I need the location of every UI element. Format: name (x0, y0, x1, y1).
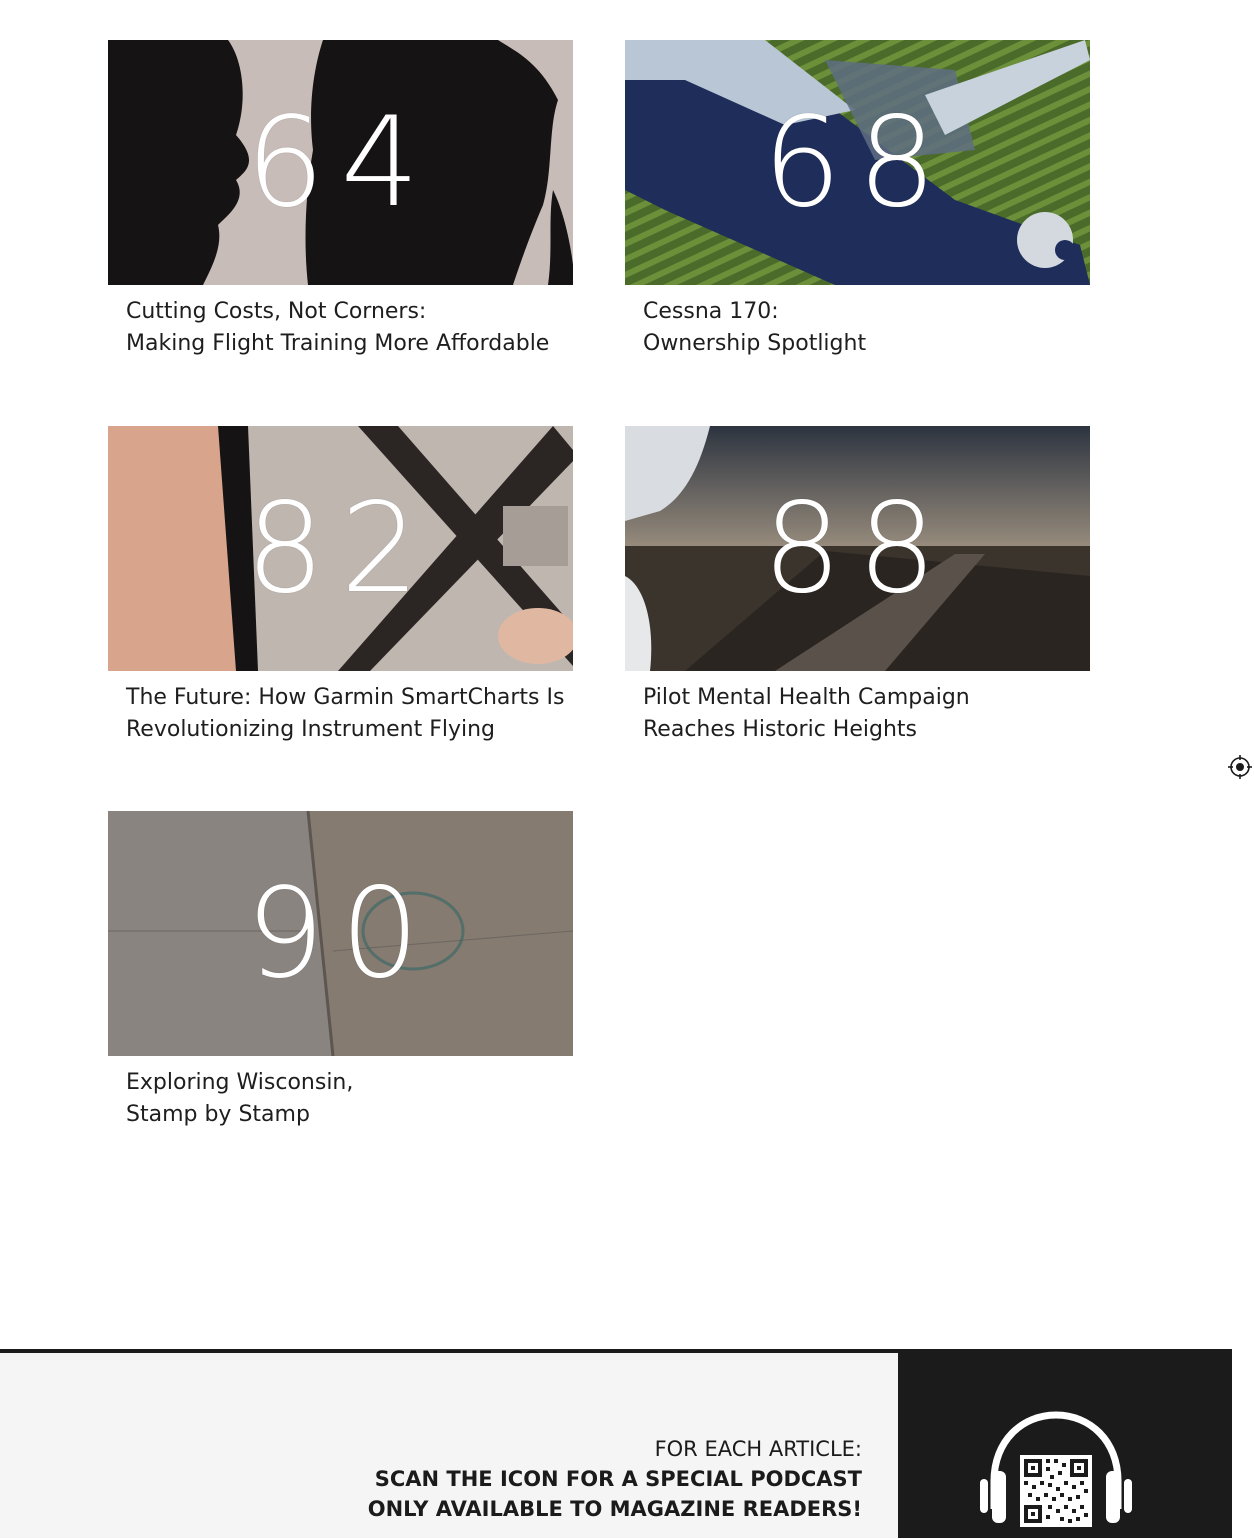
title-line: Stamp by Stamp (126, 1102, 310, 1127)
title-line: Cessna 170: (643, 299, 779, 324)
page-number: 64 (245, 90, 436, 235)
title-line: Making Flight Training More Affordable (126, 331, 550, 356)
promo-line: ONLY AVAILABLE TO MAGAZINE READERS! (367, 1497, 862, 1521)
article-thumbnail[interactable]: 82 (108, 426, 573, 671)
article-thumbnail[interactable]: 68 (625, 40, 1090, 285)
podcast-promo: FOR EACH ARTICLE: SCAN THE ICON FOR A SP… (368, 1434, 862, 1524)
article-thumbnail[interactable]: 90 (108, 811, 573, 1056)
article-thumbnail[interactable]: 64 (108, 40, 573, 285)
title-line: Revolutionizing Instrument Flying (126, 717, 496, 742)
article-title[interactable]: Cessna 170: Ownership Spotlight (643, 296, 1090, 360)
article-card[interactable]: 68 Cessna 170: Ownership Spotlight (625, 40, 1090, 360)
page-number: 82 (245, 476, 436, 621)
crosshair-icon[interactable] (1228, 755, 1252, 779)
article-card[interactable]: 82 The Future: How Garmin SmartCharts Is… (108, 426, 573, 746)
article-card[interactable]: 90 Exploring Wisconsin, Stamp by Stamp (108, 811, 573, 1131)
article-card[interactable]: 64 Cutting Costs, Not Corners: Making Fl… (108, 40, 573, 360)
article-title[interactable]: The Future: How Garmin SmartCharts Is Re… (126, 682, 573, 746)
title-line: Exploring Wisconsin, (126, 1070, 354, 1095)
title-line: The Future: How Garmin SmartCharts Is (126, 685, 565, 710)
article-thumbnail[interactable]: 88 (625, 426, 1090, 671)
article-title[interactable]: Cutting Costs, Not Corners: Making Fligh… (126, 296, 573, 360)
page-number: 90 (245, 861, 436, 1006)
headphones-qr-icon[interactable] (976, 1409, 1136, 1539)
article-title[interactable]: Exploring Wisconsin, Stamp by Stamp (126, 1067, 573, 1131)
promo-lead: FOR EACH ARTICLE: (654, 1437, 862, 1461)
title-line: Pilot Mental Health Campaign (643, 685, 970, 710)
podcast-panel[interactable] (898, 1351, 1232, 1538)
title-line: Reaches Historic Heights (643, 717, 917, 742)
page-number: 88 (762, 476, 953, 621)
title-line: Cutting Costs, Not Corners: (126, 299, 427, 324)
title-line: Ownership Spotlight (643, 331, 867, 356)
article-title[interactable]: Pilot Mental Health Campaign Reaches His… (643, 682, 1090, 746)
promo-line: SCAN THE ICON FOR A SPECIAL PODCAST (374, 1467, 862, 1491)
article-card[interactable]: 88 Pilot Mental Health Campaign Reaches … (625, 426, 1090, 746)
page-number: 68 (762, 90, 953, 235)
